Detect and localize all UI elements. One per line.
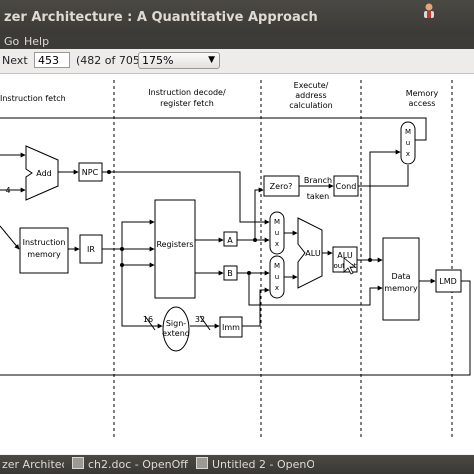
stage-label-decode: register fetch — [160, 99, 214, 108]
page-count: (482 of 705) — [76, 54, 145, 67]
taskbar-item-untitled[interactable]: Untitled 2 - OpenOffic... — [196, 457, 314, 472]
mux-letter: u — [275, 273, 279, 281]
zoom-select[interactable]: 175% ▼ — [138, 52, 220, 69]
mux-letter: x — [406, 150, 410, 158]
menu-go[interactable]: Go — [4, 35, 19, 48]
imm-label: Imm — [222, 323, 240, 332]
mux-letter: M — [274, 262, 280, 270]
stage-label-memory: Memory — [406, 89, 439, 98]
stage-label-execute: address — [295, 91, 326, 100]
junction-dot — [120, 263, 124, 267]
npc-label: NPC — [82, 168, 99, 177]
mux-letter: u — [275, 229, 279, 237]
four-label: 4 — [5, 186, 10, 195]
width-32-label: 32 — [195, 315, 205, 324]
junction-dot — [107, 170, 111, 174]
taskbar-item-viewer[interactable]: zer Architectur... — [2, 457, 64, 472]
lmd-label: LMD — [439, 277, 457, 286]
window-title: zer Architecture : A Quantitative Approa… — [4, 10, 318, 25]
chevron-down-icon: ▼ — [208, 55, 215, 65]
width-16-label: 16 — [143, 315, 153, 324]
taskbar-item-label: ch2.doc - OpenOffice.... — [88, 458, 188, 471]
taskbar-item-label: zer Architectur... — [2, 458, 64, 471]
junction-dot — [120, 247, 124, 251]
stage-label-execute: calculation — [289, 101, 332, 110]
data-memory-label: memory — [384, 284, 418, 293]
add-label: Add — [36, 169, 52, 178]
mux-letter: x — [275, 284, 279, 292]
branch-taken-label: Branch — [304, 176, 332, 185]
sign-extend-label: Sign- — [166, 319, 186, 328]
stage-label-memory: access — [409, 99, 436, 108]
next-button[interactable]: Next — [2, 54, 28, 67]
zoom-value: 175% — [142, 54, 174, 67]
registers-label: Registers — [156, 240, 193, 249]
registers-block — [154, 199, 196, 299]
imem-label: Instruction — [23, 238, 66, 247]
user-icon[interactable] — [422, 2, 436, 18]
junction-dot — [247, 271, 251, 275]
document-icon — [72, 457, 84, 469]
stage-label-fetch: Instruction fetch — [0, 94, 66, 103]
imem-label: memory — [27, 250, 61, 259]
toolbar: Next 453 (482 of 705) 175% ▼ — [0, 49, 474, 74]
taskbar: zer Architectur... ch2.doc - OpenOffice.… — [0, 455, 474, 474]
ir-label: IR — [87, 245, 95, 254]
mux-letter: M — [405, 128, 411, 136]
stage-label-decode: Instruction decode/ — [148, 88, 226, 97]
taskbar-item-ch2-doc[interactable]: ch2.doc - OpenOffice.... — [72, 457, 188, 472]
taskbar-item-label: Untitled 2 - OpenOffic... — [212, 458, 314, 471]
pipeline-diagram: Instruction fetch Instruction decode/ re… — [0, 80, 471, 440]
b-label: B — [227, 269, 233, 278]
mux-letter: u — [406, 139, 410, 147]
a-label: A — [227, 236, 233, 245]
document-view[interactable]: Instruction fetch Instruction decode/ re… — [0, 74, 474, 454]
mux-letter: x — [275, 240, 279, 248]
branch-taken-label: taken — [307, 192, 329, 201]
window-titlebar: zer Architecture : A Quantitative Approa… — [0, 0, 474, 34]
sign-extend-label: extend — [162, 329, 190, 338]
document-icon — [196, 457, 208, 469]
menubar: Go Help — [0, 34, 474, 49]
zero-label: Zero? — [270, 182, 293, 191]
data-memory-label: Data — [391, 272, 410, 281]
alu-label: ALU — [305, 249, 321, 258]
junction-dot — [368, 258, 372, 262]
mux-letter: M — [274, 218, 280, 226]
stage-label-execute: Execute/ — [294, 81, 329, 90]
menu-help[interactable]: Help — [24, 35, 49, 48]
junction-dot — [253, 238, 257, 242]
page-number-input[interactable]: 453 — [34, 52, 70, 68]
cond-label: Cond — [336, 182, 357, 191]
